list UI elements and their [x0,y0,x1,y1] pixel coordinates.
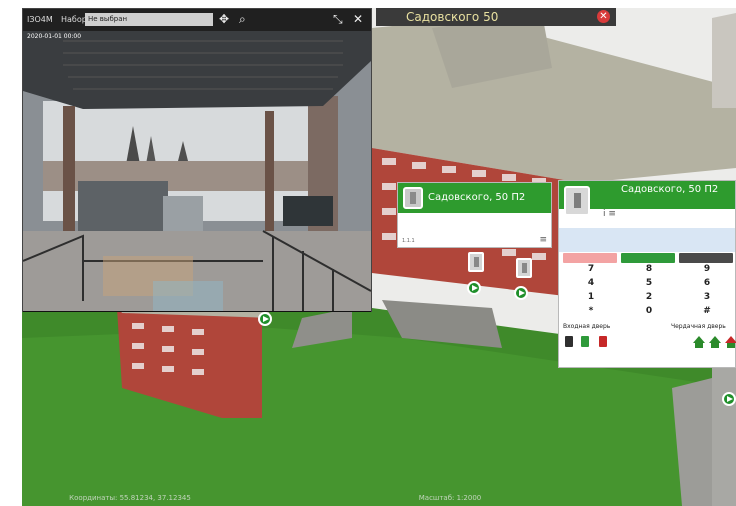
info-menu-row[interactable]: i ≡ [603,209,616,219]
intercom-panel-icon [403,187,423,209]
zoom-icon[interactable]: ⌕ [239,12,246,26]
menu-icon[interactable]: ≡ [539,235,547,245]
keypad-key[interactable]: 0 [621,306,677,316]
keypad-key[interactable]: 1 [563,292,619,302]
keypad-key[interactable]: 4 [563,278,619,288]
keypad-key[interactable]: 7 [563,264,619,274]
home-alert-icon[interactable] [725,336,736,348]
camera-toolbar: IЗО4М Набор: Не выбран ✥ ⌕ ⤡ ✕ [23,9,371,31]
camera-window[interactable]: IЗО4М Набор: Не выбран ✥ ⌕ ⤡ ✕ 2020-01-0… [22,8,372,312]
status-coordinates: Координаты: 55.81234, 37.12345 [69,494,191,502]
intercom-widget-small[interactable]: Садовского, 50 П2 1.1.1 ≡ [397,182,552,248]
entrance-door-label: Входная дверь [563,323,611,330]
keypad-key[interactable]: 6 [679,278,735,288]
keypad-key[interactable]: * [563,306,619,316]
camera-image [23,31,371,312]
home-icon[interactable] [709,336,721,348]
delete-icon[interactable] [563,253,617,263]
intercom-panel-icon [564,186,590,216]
keypad-key[interactable]: 3 [679,292,735,302]
intercom-device-icon[interactable] [516,258,532,278]
call-icon[interactable] [621,253,675,263]
camera-video-feed[interactable]: 2020-01-01 00:00 [23,31,371,312]
widget-title: Садовского, 50 П2 [428,192,526,203]
hangup-icon[interactable] [679,253,733,263]
intercom-device-icon[interactable] [468,252,484,272]
intercom-widget-large[interactable]: Садовского, 50 П2 i ≡ 7 8 9 4 5 6 1 2 3 … [558,180,736,368]
video-preview-area [559,228,735,252]
camera-id-label: IЗО4М [27,15,53,24]
move-icon[interactable]: ✥ [219,12,229,26]
camera-marker-icon[interactable] [514,286,528,300]
close-icon[interactable]: ✕ [597,10,610,23]
widget-title: Садовского, 50 П2 [621,184,719,195]
door-status-icon[interactable] [581,336,589,347]
door-open-icon[interactable] [565,336,573,347]
keypad-key[interactable]: 2 [621,292,677,302]
widget-header: Садовского, 50 П2 [398,183,551,213]
camera-marker-icon[interactable] [722,392,736,406]
camera-timestamp: 2020-01-01 00:00 [27,33,82,40]
preset-select[interactable]: Не выбран [85,13,213,26]
widget-info-text: 1.1.1 [402,238,415,244]
map-title: Садовского 50 [406,10,499,24]
close-icon[interactable]: ✕ [353,12,363,26]
map-title-bar: Садовского 50 ✕ [376,8,616,26]
keypad-key[interactable]: 5 [621,278,677,288]
keypad-key[interactable]: 8 [621,264,677,274]
keypad-key[interactable]: 9 [679,264,735,274]
camera-marker-icon[interactable] [467,281,481,295]
home-icon[interactable] [693,336,705,348]
keypad-key[interactable]: # [679,306,735,316]
door-lock-icon[interactable] [599,336,607,347]
resize-icon[interactable]: ⤡ [333,12,343,26]
attic-door-label: Чердачная дверь [671,323,726,330]
status-scale: Масштаб: 1:2000 [418,494,482,502]
camera-marker-icon[interactable] [258,312,272,326]
